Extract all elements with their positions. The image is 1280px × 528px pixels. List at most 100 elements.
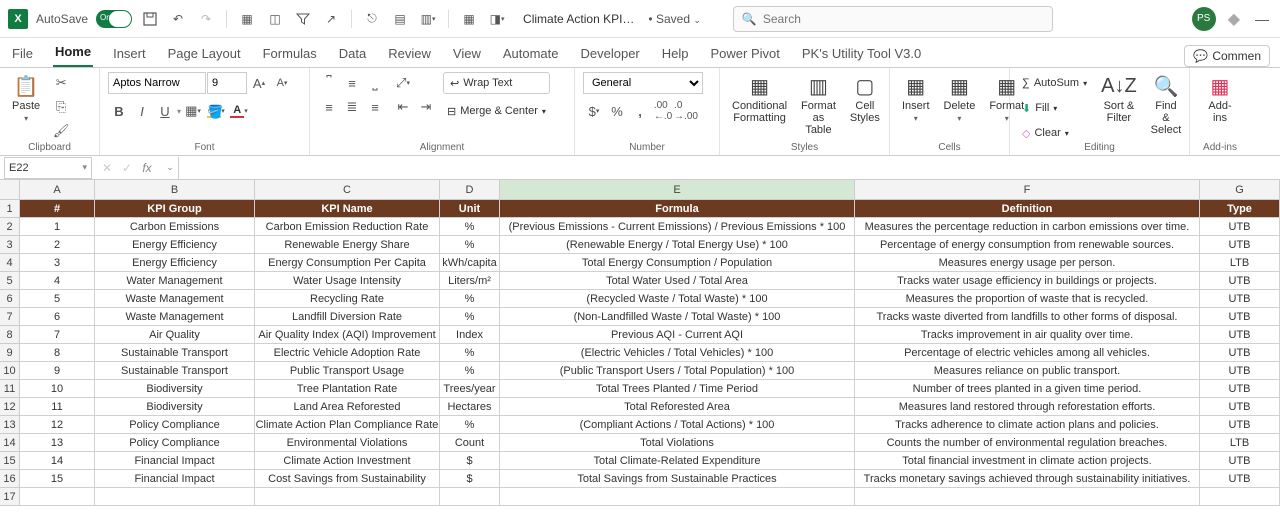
- data-cell[interactable]: Tracks adherence to climate action plans…: [855, 416, 1200, 434]
- row-header[interactable]: 14: [0, 434, 20, 452]
- copy-button[interactable]: ⎘: [50, 96, 72, 118]
- accounting-format-button[interactable]: $▾: [583, 100, 605, 122]
- data-cell[interactable]: UTB: [1200, 398, 1280, 416]
- tab-utility[interactable]: PK's Utility Tool V3.0: [800, 40, 923, 67]
- autosum-button[interactable]: ∑AutoSum▾: [1018, 72, 1091, 94]
- data-cell[interactable]: Sustainable Transport: [95, 344, 255, 362]
- data-cell[interactable]: 1: [20, 218, 95, 236]
- tab-data[interactable]: Data: [337, 40, 368, 67]
- header-cell[interactable]: #: [20, 200, 95, 218]
- fill-color-button[interactable]: 🪣▾: [205, 100, 227, 122]
- decrease-decimal-button[interactable]: .0→.00: [675, 100, 697, 122]
- data-cell[interactable]: 3: [20, 254, 95, 272]
- column-header-C[interactable]: C: [255, 180, 440, 200]
- data-cell[interactable]: Tracks water usage efficiency in buildin…: [855, 272, 1200, 290]
- row-header[interactable]: 5: [0, 272, 20, 290]
- data-cell[interactable]: Hectares: [440, 398, 500, 416]
- fill-button[interactable]: ⬇Fill▾: [1018, 97, 1091, 119]
- row-header[interactable]: 7: [0, 308, 20, 326]
- minimize-button[interactable]: —: [1252, 11, 1272, 27]
- number-format-select[interactable]: General: [583, 72, 703, 94]
- data-cell[interactable]: 2: [20, 236, 95, 254]
- row-header[interactable]: 6: [0, 290, 20, 308]
- comments-button[interactable]: 💬 Commen: [1184, 45, 1270, 67]
- data-cell[interactable]: UTB: [1200, 308, 1280, 326]
- increase-font-button[interactable]: A▴: [248, 72, 270, 94]
- data-cell[interactable]: Biodiversity: [95, 380, 255, 398]
- formula-input[interactable]: [178, 157, 1280, 179]
- data-cell[interactable]: [20, 488, 95, 506]
- data-cell[interactable]: Water Management: [95, 272, 255, 290]
- format-painter-button[interactable]: 🖌: [50, 120, 72, 142]
- data-cell[interactable]: Counts the number of environmental regul…: [855, 434, 1200, 452]
- font-size-select[interactable]: [207, 72, 247, 94]
- merge-center-button[interactable]: ⊟Merge & Center▾: [443, 100, 550, 122]
- data-cell[interactable]: Policy Compliance: [95, 434, 255, 452]
- data-cell[interactable]: %: [440, 218, 500, 236]
- row-header[interactable]: 1: [0, 200, 20, 218]
- data-cell[interactable]: Carbon Emission Reduction Rate: [255, 218, 440, 236]
- data-cell[interactable]: UTB: [1200, 218, 1280, 236]
- qat-format-icon[interactable]: ▥▾: [418, 9, 438, 29]
- tab-view[interactable]: View: [451, 40, 483, 67]
- data-cell[interactable]: Financial Impact: [95, 452, 255, 470]
- data-cell[interactable]: (Recycled Waste / Total Waste) * 100: [500, 290, 855, 308]
- row-header[interactable]: 10: [0, 362, 20, 380]
- data-cell[interactable]: Biodiversity: [95, 398, 255, 416]
- data-cell[interactable]: Measures the proportion of waste that is…: [855, 290, 1200, 308]
- data-cell[interactable]: Air Quality: [95, 326, 255, 344]
- align-center-button[interactable]: ≣: [341, 96, 363, 118]
- row-header[interactable]: 12: [0, 398, 20, 416]
- data-cell[interactable]: Climate Action Plan Compliance Rate: [255, 416, 440, 434]
- premium-icon[interactable]: ◆: [1228, 9, 1240, 29]
- tab-review[interactable]: Review: [386, 40, 433, 67]
- data-cell[interactable]: %: [440, 290, 500, 308]
- qat-table-icon[interactable]: ▤: [390, 9, 410, 29]
- autosave-toggle[interactable]: On: [96, 10, 132, 28]
- avatar[interactable]: PS: [1192, 7, 1216, 31]
- search-box[interactable]: 🔍: [733, 6, 1053, 32]
- data-cell[interactable]: [95, 488, 255, 506]
- data-cell[interactable]: (Non-Landfilled Waste / Total Waste) * 1…: [500, 308, 855, 326]
- data-cell[interactable]: Percentage of electric vehicles among al…: [855, 344, 1200, 362]
- data-cell[interactable]: Measures reliance on public transport.: [855, 362, 1200, 380]
- file-name[interactable]: Climate Action KPI…: [523, 12, 634, 26]
- header-cell[interactable]: KPI Name: [255, 200, 440, 218]
- data-cell[interactable]: 12: [20, 416, 95, 434]
- qat-link-icon[interactable]: ⎋: [362, 9, 382, 29]
- data-cell[interactable]: UTB: [1200, 326, 1280, 344]
- data-cell[interactable]: Electric Vehicle Adoption Rate: [255, 344, 440, 362]
- align-bottom-button[interactable]: ⎵: [364, 72, 386, 94]
- data-cell[interactable]: UTB: [1200, 362, 1280, 380]
- tab-formulas[interactable]: Formulas: [261, 40, 319, 67]
- clear-button[interactable]: ◇Clear▾: [1018, 122, 1091, 144]
- insert-function-button[interactable]: fx: [138, 161, 156, 175]
- data-cell[interactable]: $: [440, 470, 500, 488]
- data-cell[interactable]: 6: [20, 308, 95, 326]
- data-cell[interactable]: Total financial investment in climate ac…: [855, 452, 1200, 470]
- cut-button[interactable]: ✂: [50, 72, 72, 94]
- data-cell[interactable]: Total Savings from Sustainable Practices: [500, 470, 855, 488]
- data-cell[interactable]: Total Reforested Area: [500, 398, 855, 416]
- data-cell[interactable]: Total Violations: [500, 434, 855, 452]
- header-cell[interactable]: KPI Group: [95, 200, 255, 218]
- data-cell[interactable]: UTB: [1200, 452, 1280, 470]
- header-cell[interactable]: Definition: [855, 200, 1200, 218]
- data-cell[interactable]: [500, 488, 855, 506]
- data-cell[interactable]: 8: [20, 344, 95, 362]
- qat-share-icon[interactable]: ↗: [321, 9, 341, 29]
- data-cell[interactable]: UTB: [1200, 344, 1280, 362]
- data-cell[interactable]: LTB: [1200, 434, 1280, 452]
- row-header[interactable]: 8: [0, 326, 20, 344]
- insert-cells-button[interactable]: ▦Insert▾: [898, 72, 934, 125]
- data-cell[interactable]: Total Energy Consumption / Population: [500, 254, 855, 272]
- header-cell[interactable]: Type: [1200, 200, 1280, 218]
- row-header[interactable]: 9: [0, 344, 20, 362]
- comma-format-button[interactable]: ,: [629, 100, 651, 122]
- data-cell[interactable]: Cost Savings from Sustainability: [255, 470, 440, 488]
- data-cell[interactable]: Previous AQI - Current AQI: [500, 326, 855, 344]
- percent-format-button[interactable]: %: [606, 100, 628, 122]
- data-cell[interactable]: Waste Management: [95, 308, 255, 326]
- data-cell[interactable]: Land Area Reforested: [255, 398, 440, 416]
- qat-sheet-icon[interactable]: ◨▾: [487, 9, 507, 29]
